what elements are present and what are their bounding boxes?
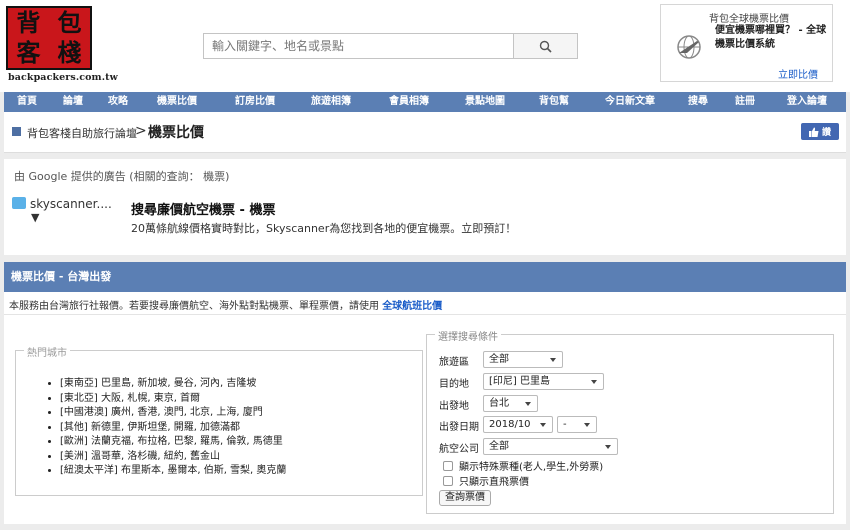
destination-select[interactable]: [印尼] 巴里島 [483,373,604,390]
skyscanner-icon [12,197,26,209]
region-select[interactable]: 全部 [483,351,563,368]
ad-advertiser-link[interactable]: skyscanner.... [30,197,112,211]
flight-compare-ad[interactable]: 背包全球機票比價 便宜機票哪裡買？ - 全球機票比價系統 立即比價 [660,4,833,82]
airline-value: 全部 [489,441,509,452]
ad-disclosure: 由 Google 提供的廣告 (相關的查詢： 機票) [14,170,230,183]
direct-only-option: 只顯示直飛票價 [443,473,529,488]
logo-char: 包 [57,8,82,37]
ad-box-title: 背包全球機票比價 [709,14,789,25]
destination-value: [印尼] 巴里島 [489,376,550,387]
chevron-down-icon [584,423,590,427]
nav-item-spot-map[interactable]: 景點地圖 [465,92,505,112]
nav-item-backpack-help[interactable]: 背包幫 [539,92,569,112]
chevron-down-icon [605,445,611,449]
breadcrumb-bullet-icon [12,127,21,136]
hot-cities-box: 熱門城市 [東南亞] 巴里島, 新加坡, 曼谷, 河內, 吉隆坡 [東北亞] 大… [15,344,423,496]
site-header: 背 包 客 棧 backpackers.com.tw 背包全球機票比價 便宜機票… [0,0,850,92]
ad-description: 20萬條航線價格實時對比，Skyscanner為您找到各地的便宜機票。立即預訂！ [131,222,517,235]
logo-char: 客 [16,38,41,67]
query-fares-button[interactable]: 查詢票價 [439,490,491,506]
date-day-select[interactable]: - [557,416,597,433]
direct-only-label: 只顯示直飛票價 [459,477,529,488]
region-value: 全部 [489,354,509,365]
chevron-down-icon [550,358,556,362]
nav-item-hotel-compare[interactable]: 訂房比價 [235,92,275,112]
nav-item-new-posts[interactable]: 今日新文章 [605,92,655,112]
flight-compare-panel: 機票比價 - 台灣出發 本服務由台灣旅行社報價。若要搜尋廉價航空、海外點對點機票… [4,262,846,524]
nav-item-register[interactable]: 註冊 [735,92,755,112]
divider [4,314,846,315]
chevron-down-icon [591,380,597,384]
search-button[interactable] [513,33,578,59]
city-group-item[interactable]: [中國港澳] 廣州, 香港, 澳門, 北京, 上海, 廈門 [60,406,286,421]
chevron-down-icon [525,402,531,406]
ad-headline-link[interactable]: 搜尋廉價航空機票 - 機票 [131,199,275,218]
breadcrumb-separator: > [135,123,147,139]
city-group-item[interactable]: [東南亞] 巴里島, 新加坡, 曼谷, 河內, 吉隆坡 [60,377,286,392]
nav-item-home[interactable]: 首頁 [17,92,37,112]
ad-compare-link[interactable]: 立即比價 [778,66,818,81]
chevron-down-icon [540,423,546,427]
airline-label: 航空公司 [439,444,479,455]
date-month-select[interactable]: 2018/10 [483,416,553,433]
nav-item-flight-compare[interactable]: 機票比價 [157,92,197,112]
date-day-value: - [563,419,567,430]
like-label: 讚 [821,128,831,138]
logo-char: 背 [16,8,41,37]
site-logo[interactable]: 背 包 客 棧 [6,6,92,70]
nav-item-search[interactable]: 搜尋 [688,92,708,112]
departure-label: 出發地 [439,401,469,412]
logo-domain: backpackers.com.tw [8,72,118,83]
intro-text: 本服務由台灣旅行社報價。若要搜尋廉價航空、海外點對點機票、單程票價，請使用 [9,301,379,312]
nav-item-login[interactable]: 登入論壇 [787,92,827,112]
breadcrumb-home-link[interactable]: 背包客棧自助旅行論壇 [27,125,137,141]
global-flight-compare-link[interactable]: 全球航班比價 [382,301,442,312]
date-month-value: 2018/10 [489,419,531,430]
search-icon [539,40,552,53]
thumbs-up-icon [808,127,819,137]
facebook-like-button[interactable]: 讚 [801,123,839,140]
nav-item-forum[interactable]: 論壇 [63,92,83,112]
region-label: 旅遊區 [439,357,469,368]
destination-label: 目的地 [439,379,469,390]
page-title: 機票比價 [148,125,204,141]
special-fare-label: 顯示特殊票種(老人,學生,外勞票) [459,462,604,473]
service-intro: 本服務由台灣旅行社報價。若要搜尋廉價航空、海外點對點機票、單程票價，請使用 全球… [9,297,442,312]
city-group-item[interactable]: [東北亞] 大阪, 札幌, 東京, 首爾 [60,392,286,407]
date-label: 出發日期 [439,422,479,433]
direct-only-checkbox[interactable] [443,476,453,486]
airline-select[interactable]: 全部 [483,438,618,455]
ad-box-text: 便宜機票哪裡買？ - 全球機票比價系統 [715,25,827,50]
nav-item-member-albums[interactable]: 會員相簿 [389,92,429,112]
ad-options-arrow-icon[interactable]: ▼ [31,211,39,224]
city-group-item[interactable]: [其他] 新德里, 伊斯坦堡, 開羅, 加德滿都 [60,421,286,436]
google-ad-panel: 由 Google 提供的廣告 (相關的查詢： 機票) skyscanner...… [4,159,846,255]
nav-item-travel-albums[interactable]: 旅遊相簿 [311,92,351,112]
hot-cities-legend: 熱門城市 [24,344,70,359]
departure-value: 台北 [489,398,509,409]
city-group-item[interactable]: [紐澳太平洋] 布里斯本, 墨爾本, 伯斯, 雪梨, 奧克蘭 [60,464,286,479]
city-group-item[interactable]: [美洲] 溫哥華, 洛杉磯, 紐約, 舊金山 [60,450,286,465]
site-search [203,33,578,59]
special-fare-checkbox[interactable] [443,461,453,471]
logo-char: 棧 [57,38,82,67]
special-fare-option: 顯示特殊票種(老人,學生,外勞票) [443,458,603,473]
globe-plane-icon [677,35,701,59]
panel-title: 機票比價 - 台灣出發 [4,262,846,292]
departure-select[interactable]: 台北 [483,395,538,412]
hot-cities-list: [東南亞] 巴里島, 新加坡, 曼谷, 河內, 吉隆坡 [東北亞] 大阪, 札幌… [60,377,286,479]
main-nav: 首頁 論壇 攻略 機票比價 訂房比價 旅遊相簿 會員相簿 景點地圖 背包幫 今日… [4,92,846,112]
search-conditions-box: 選擇搜尋條件 旅遊區 全部 目的地 [印尼] 巴里島 出發地 台北 出發日期 2… [426,328,834,514]
search-input[interactable] [203,33,513,59]
search-conditions-legend: 選擇搜尋條件 [435,328,501,343]
breadcrumb: 背包客棧自助旅行論壇 > 機票比價 讚 [4,112,846,153]
city-group-item[interactable]: [歐洲] 法蘭克福, 布拉格, 巴黎, 羅馬, 倫敦, 馬德里 [60,435,286,450]
nav-item-guides[interactable]: 攻略 [108,92,128,112]
